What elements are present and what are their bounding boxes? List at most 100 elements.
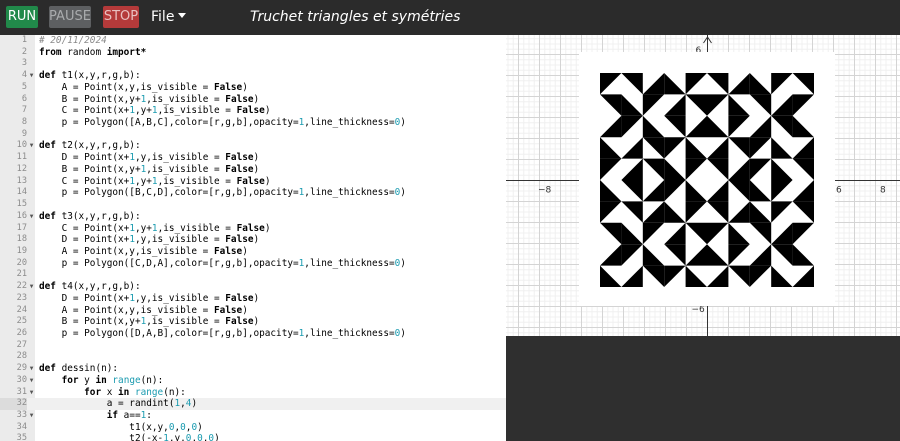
graph-canvas[interactable]: −8−686−6 [506, 35, 900, 336]
code-line[interactable]: 32 a = randint(1,4) [0, 398, 506, 410]
fold-arrow-icon[interactable]: ▼ [28, 387, 35, 399]
fold-arrow-icon[interactable]: ▼ [28, 375, 35, 387]
code-text: def dessin(n): [39, 363, 118, 375]
code-token: y [78, 374, 96, 386]
code-line[interactable]: 13 C = Point(x+1,y+1,is_visible = False) [0, 176, 506, 188]
code-line[interactable]: 33 ▼ if a==1: [0, 410, 506, 422]
line-number: 19 [16, 245, 27, 256]
stop-button[interactable]: STOP [103, 6, 139, 28]
line-number: 35 [16, 433, 27, 441]
code-token: ) [264, 105, 271, 117]
line-number: 32 [0, 398, 27, 410]
code-line[interactable]: 26 p = Polygon([D,A,B],color=[r,g,b],opa… [0, 328, 506, 340]
code-line[interactable]: 18 D = Point(x+1,y,is_visible = False) [0, 234, 506, 246]
code-token: ) [253, 292, 260, 304]
file-menu[interactable]: File [151, 8, 187, 26]
code-text: p = Polygon([C,D,A],color=[r,g,b],opacit… [39, 258, 406, 270]
code-text: C = Point(x+1,y+1,is_visible = False) [39, 222, 271, 235]
code-line[interactable]: 21 [0, 269, 506, 281]
code-token: False [236, 105, 265, 117]
code-line[interactable]: 24 A = Point(x,y,is_visible = False) [0, 305, 506, 317]
code-line[interactable]: 8 p = Polygon([A,B,C],color=[r,g,b],opac… [0, 117, 506, 129]
code-token: # 20/11/2024 [39, 35, 107, 46]
code-token: * [140, 46, 147, 58]
code-line[interactable]: 2 from random import* [0, 47, 506, 59]
line-number: 29 [16, 363, 27, 374]
code-line[interactable]: 30 ▼ for y in range(n): [0, 375, 506, 387]
code-line[interactable]: 9 [0, 129, 506, 141]
code-token: x [101, 386, 119, 398]
code-line[interactable]: 12 B = Point(x,y+1,is_visible = False) [0, 164, 506, 176]
code-text: t2(-x-1,y,0,0,0) [39, 433, 219, 441]
fold-arrow-icon[interactable]: ▼ [28, 363, 35, 375]
y-tick-label: −6 [692, 305, 706, 315]
code-line[interactable]: 29 ▼ def dessin(n): [0, 363, 506, 375]
code-lines: 1 # 20/11/2024 2 from random import* 3 4 ▼ def … [0, 35, 506, 441]
code-token: D = Point(x+ [39, 292, 130, 304]
code-editor[interactable]: 1 # 20/11/2024 2 from random import* 3 4 ▼ def … [0, 35, 506, 441]
pause-button[interactable]: PAUSE [49, 6, 91, 28]
fold-arrow-icon[interactable]: ▼ [28, 281, 35, 293]
code-line[interactable]: 25 B = Point(x,y+1,is_visible = False) [0, 316, 506, 328]
fold-arrow-icon[interactable]: ▼ [28, 211, 35, 223]
code-line[interactable]: 27 [0, 340, 506, 352]
code-token: range [112, 374, 141, 386]
code-token: ,y,is_visible = [134, 234, 226, 246]
fold-arrow-icon[interactable]: ▼ [28, 140, 35, 152]
line-number: 9 [21, 128, 27, 139]
code-token: def [39, 140, 56, 152]
line-number: 31 [16, 386, 27, 397]
run-button[interactable]: RUN [6, 6, 38, 28]
code-token: ) [264, 222, 271, 234]
code-token: False [225, 152, 254, 164]
code-token: p = Polygon([D,A,B],color=[r,g,b],opacit… [39, 327, 299, 339]
code-line[interactable]: 3 [0, 58, 506, 70]
code-token: ,is_visible = [146, 163, 226, 175]
code-token: p = Polygon([B,C,D],color=[r,g,b],opacit… [39, 187, 299, 199]
graph-view[interactable]: −8−686−6 [506, 35, 900, 336]
line-number: 27 [16, 339, 27, 350]
code-token: False [213, 245, 243, 257]
code-line[interactable]: 6 B = Point(x,y+1,is_visible = False) [0, 94, 506, 106]
code-line[interactable]: 28 [0, 351, 506, 363]
code-token: p = Polygon([A,B,C],color=[r,g,b],opacit… [39, 117, 299, 129]
code-line[interactable]: 10 ▼ def t2(x,y,r,g,b): [0, 140, 506, 152]
code-line[interactable]: 35 t2(-x-1,y,0,0,0) [0, 433, 506, 441]
code-line[interactable]: 34 t1(x,y,0,0,0) [0, 422, 506, 434]
code-token: t2(x,y,r,g,b): [55, 140, 141, 152]
code-line[interactable]: 31 ▼ for x in range(n): [0, 387, 506, 399]
project-title: Truchet triangles et symétries [250, 9, 461, 25]
code-token: A = Point(x,y,is_visible = [39, 245, 214, 257]
code-text: p = Polygon([B,C,D],color=[r,g,b],opacit… [39, 187, 406, 199]
line-number: 11 [16, 152, 27, 163]
code-line[interactable]: 17 C = Point(x+1,y+1,is_visible = False) [0, 223, 506, 235]
code-line[interactable]: 19 A = Point(x,y,is_visible = False) [0, 246, 506, 258]
code-token: ,y+ [134, 175, 152, 187]
fold-arrow-icon[interactable]: ▼ [28, 410, 35, 422]
code-token: t3(x,y,r,g,b): [55, 210, 141, 222]
fold-arrow-icon[interactable]: ▼ [28, 70, 35, 82]
top-toolbar: RUN PAUSE STOP File Truchet triangles et… [0, 0, 900, 35]
code-line[interactable]: 22 ▼ def t4(x,y,r,g,b): [0, 281, 506, 293]
code-line[interactable]: 4 ▼ def t1(x,y,r,g,b): [0, 70, 506, 82]
code-token: ) [400, 117, 406, 129]
code-line[interactable]: 16 ▼ def t3(x,y,r,g,b): [0, 211, 506, 223]
code-token: range [134, 386, 164, 398]
line-number: 23 [16, 292, 27, 303]
line-number: 26 [16, 327, 27, 338]
code-token: def [39, 70, 56, 82]
code-line[interactable]: 15 [0, 199, 506, 211]
code-line[interactable]: 20 p = Polygon([C,D,A],color=[r,g,b],opa… [0, 258, 506, 270]
code-line[interactable]: 5 A = Point(x,y,is_visible = False) [0, 82, 506, 94]
code-line[interactable]: 14 p = Polygon([B,C,D],color=[r,g,b],opa… [0, 187, 506, 199]
line-number: 20 [16, 257, 27, 268]
code-line[interactable]: 23 D = Point(x+1,y,is_visible = False) [0, 293, 506, 305]
line-number: 16 [16, 210, 27, 221]
code-text: t1(x,y,0,0,0) [39, 422, 202, 434]
code-token: A = Point(x,y,is_visible = [39, 81, 214, 93]
code-token: ,y, [168, 433, 186, 441]
code-line[interactable]: 1 # 20/11/2024 [0, 35, 506, 47]
code-line[interactable]: 7 C = Point(x+1,y+1,is_visible = False) [0, 105, 506, 117]
code-line[interactable]: 11 D = Point(x+1,y,is_visible = False) [0, 152, 506, 164]
